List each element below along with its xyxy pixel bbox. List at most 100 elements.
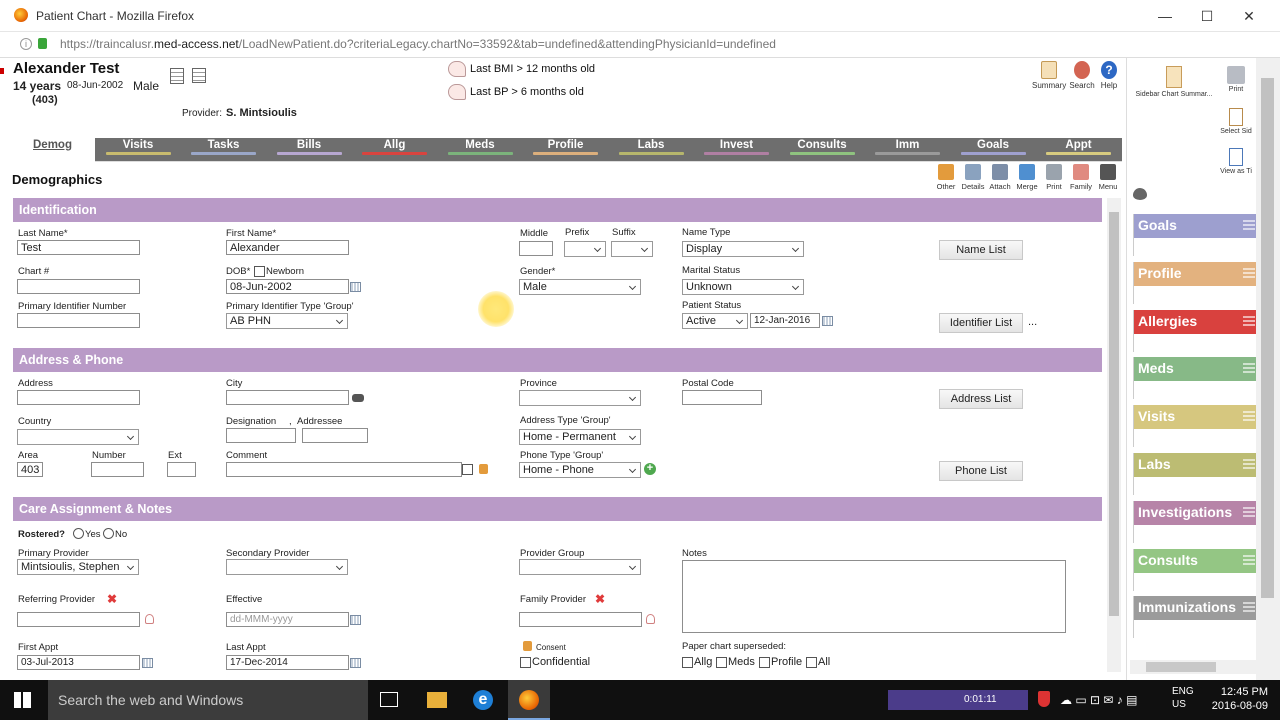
sidebar-item-header[interactable]: Allergies bbox=[1134, 309, 1257, 334]
ext-input[interactable] bbox=[167, 462, 196, 477]
windows-start-icon[interactable] bbox=[14, 692, 31, 708]
sidebar-item-profile[interactable]: Profile bbox=[1133, 261, 1257, 304]
tab-labs[interactable]: Labs bbox=[609, 138, 694, 162]
toolbar-menu-button[interactable]: Menu bbox=[1095, 164, 1121, 191]
marital-select[interactable]: Unknown bbox=[682, 279, 804, 295]
hamburger-icon[interactable] bbox=[1243, 506, 1255, 519]
recorder-widget[interactable]: 0:01:11 bbox=[888, 690, 1028, 710]
sidebar-item-header[interactable]: Investigations bbox=[1134, 500, 1257, 525]
hamburger-icon[interactable] bbox=[1243, 363, 1255, 376]
rostered-yes-radio[interactable] bbox=[73, 528, 84, 539]
view-as-tiles-button[interactable]: View as Ti bbox=[1219, 148, 1253, 175]
url-text[interactable]: https://traincalusr.med-access.net/LoadN… bbox=[60, 37, 776, 51]
sidebar-item-goals[interactable]: Goals bbox=[1133, 214, 1257, 256]
sidebar-item-header[interactable]: Immunizations bbox=[1134, 596, 1257, 621]
document-icon[interactable] bbox=[192, 68, 206, 83]
maximize-button[interactable]: ☐ bbox=[1196, 6, 1218, 26]
confidential-checkbox[interactable] bbox=[520, 657, 531, 668]
hamburger-icon[interactable] bbox=[1243, 220, 1255, 232]
country-select[interactable] bbox=[17, 429, 139, 445]
paper-all-checkbox[interactable] bbox=[806, 657, 817, 668]
secondary-provider-select[interactable] bbox=[226, 559, 348, 575]
tab-appt[interactable]: Appt bbox=[1036, 138, 1121, 162]
sidebar-item-header[interactable]: Profile bbox=[1134, 261, 1257, 286]
firefox-task[interactable] bbox=[508, 680, 550, 720]
close-button[interactable]: ✕ bbox=[1238, 6, 1260, 26]
first-appt-input[interactable]: 03-Jul-2013 bbox=[17, 655, 140, 670]
name-type-select[interactable]: Display bbox=[682, 241, 804, 257]
toolbar-details-button[interactable]: Details bbox=[960, 164, 986, 191]
system-tray-icons[interactable]: ☁ ▭ ⊡ ✉ ♪ ▤ bbox=[1060, 693, 1150, 720]
summary-button[interactable]: Summary bbox=[1032, 61, 1066, 90]
family-provider-input[interactable] bbox=[519, 612, 642, 627]
scrollbar-thumb[interactable] bbox=[1109, 212, 1119, 616]
calendar-icon[interactable] bbox=[350, 658, 361, 668]
area-input[interactable]: 403 bbox=[17, 462, 43, 477]
hamburger-icon[interactable] bbox=[1243, 267, 1255, 280]
effective-input[interactable]: dd-MMM-yyyy bbox=[226, 612, 349, 627]
phone-type-select[interactable]: Home - Phone bbox=[519, 462, 641, 478]
sidebar-item-header[interactable]: Consults bbox=[1134, 548, 1257, 573]
referring-provider-input[interactable] bbox=[17, 612, 140, 627]
form-scrollbar[interactable] bbox=[1107, 198, 1121, 672]
sidebar-item-header[interactable]: Labs bbox=[1134, 453, 1257, 477]
status-select[interactable]: Active bbox=[682, 313, 748, 329]
sidebar-item-investigations[interactable]: Investigations bbox=[1133, 500, 1257, 543]
dob-input[interactable]: 08-Jun-2002 bbox=[226, 279, 349, 294]
calendar-icon[interactable] bbox=[142, 658, 153, 668]
toolbar-other-button[interactable]: Other bbox=[933, 164, 959, 191]
tab-invest[interactable]: Invest bbox=[694, 138, 779, 162]
sidebar-item-header[interactable]: Visits bbox=[1134, 405, 1257, 430]
name-list-button[interactable]: Name List bbox=[939, 240, 1023, 260]
hamburger-icon[interactable] bbox=[1243, 554, 1255, 567]
addressee-input[interactable] bbox=[302, 428, 368, 443]
notes-icon[interactable] bbox=[170, 68, 184, 84]
hamburger-icon[interactable] bbox=[1243, 459, 1255, 471]
province-select[interactable] bbox=[519, 390, 641, 406]
last-name-input[interactable]: Test bbox=[17, 240, 140, 255]
url-bar[interactable]: i https://traincalusr.med-access.net/Loa… bbox=[0, 32, 1280, 58]
provider-group-select[interactable] bbox=[519, 559, 641, 575]
address-list-button[interactable]: Address List bbox=[939, 389, 1023, 409]
person-icon[interactable] bbox=[646, 614, 655, 624]
notes-textarea[interactable] bbox=[682, 560, 1066, 633]
toolbar-merge-button[interactable]: Merge bbox=[1014, 164, 1040, 191]
select-sidebar-button[interactable]: Select Sid bbox=[1219, 108, 1253, 135]
edge-icon[interactable]: e bbox=[473, 690, 493, 710]
heart-icon[interactable] bbox=[1133, 188, 1147, 200]
hamburger-icon[interactable] bbox=[1243, 315, 1255, 328]
lock-icon[interactable] bbox=[38, 38, 47, 49]
tab-tasks[interactable]: Tasks bbox=[181, 138, 266, 162]
hamburger-icon[interactable] bbox=[1243, 411, 1255, 424]
file-explorer-icon[interactable] bbox=[427, 692, 447, 708]
hamburger-icon[interactable] bbox=[1243, 602, 1255, 615]
sidebar-item-header[interactable]: Goals bbox=[1134, 214, 1257, 238]
primary-provider-select[interactable]: Mintsioulis, Stephen bbox=[17, 559, 139, 575]
clear-referring-icon[interactable]: ✖ bbox=[107, 592, 117, 606]
lock-icon[interactable] bbox=[479, 464, 488, 474]
chart-input[interactable] bbox=[17, 279, 140, 294]
pin-input[interactable] bbox=[17, 313, 140, 328]
last-appt-input[interactable]: 17-Dec-2014 bbox=[226, 655, 349, 670]
pit-select[interactable]: AB PHN bbox=[226, 313, 348, 329]
tab-allg[interactable]: Allg bbox=[352, 138, 437, 162]
taskbar-search[interactable]: Search the web and Windows bbox=[48, 680, 368, 720]
suffix-select[interactable] bbox=[611, 241, 653, 257]
newborn-checkbox[interactable] bbox=[254, 266, 265, 277]
tab-bills[interactable]: Bills bbox=[267, 138, 352, 162]
status-date-input[interactable]: 12-Jan-2016 bbox=[750, 313, 820, 328]
language-indicator[interactable]: ENG US bbox=[1172, 686, 1194, 720]
paper-meds-checkbox[interactable] bbox=[716, 657, 727, 668]
sidebar-summary-button[interactable]: Sidebar Chart Summar... bbox=[1129, 66, 1219, 98]
more-dots[interactable]: ... bbox=[1028, 316, 1037, 328]
sidebar-item-header[interactable]: Meds bbox=[1134, 357, 1257, 382]
toolbar-family-button[interactable]: Family bbox=[1068, 164, 1094, 191]
address-input[interactable] bbox=[17, 390, 140, 405]
antivirus-icon[interactable] bbox=[1038, 691, 1050, 707]
help-button[interactable]: ? Help bbox=[1092, 61, 1126, 90]
number-input[interactable] bbox=[91, 462, 144, 477]
toolbar-print-button[interactable]: Print bbox=[1041, 164, 1067, 191]
sidebar-print-button[interactable]: Print bbox=[1219, 66, 1253, 93]
tab-goals[interactable]: Goals bbox=[951, 138, 1036, 162]
identifier-list-button[interactable]: Identifier List bbox=[939, 313, 1023, 333]
